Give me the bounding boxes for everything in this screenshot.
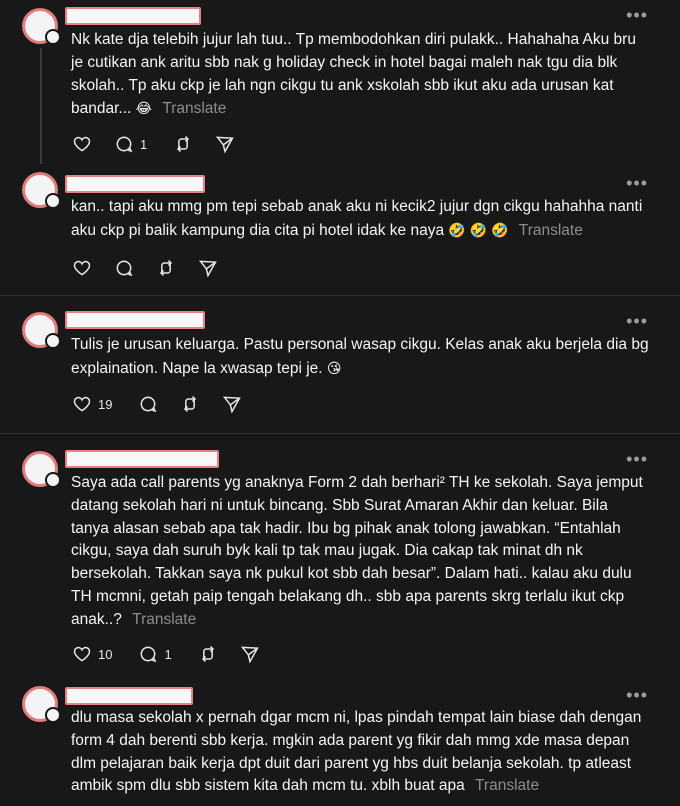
- comment-icon: [141, 646, 157, 663]
- send-icon: [240, 646, 259, 664]
- send-icon: [216, 136, 234, 154]
- repost-button[interactable]: [198, 644, 218, 664]
- username-redacted[interactable]: [65, 687, 193, 705]
- follow-plus-icon[interactable]: [45, 333, 61, 349]
- comment-icon: [116, 260, 133, 277]
- like-count: 19: [98, 396, 113, 412]
- avatar[interactable]: [22, 172, 61, 209]
- follow-plus-icon[interactable]: [45, 29, 61, 45]
- post-text: Saya ada call parents yg anaknya Form 2 …: [71, 472, 650, 632]
- post-actions: 19: [72, 392, 264, 416]
- post-3: ••• Saya ada call parents yg anaknya For…: [0, 434, 680, 680]
- post-0: ••• Nk kate dja telebih jujur lah tuu.. …: [0, 0, 680, 168]
- avatar[interactable]: [22, 686, 61, 723]
- heart-icon: [73, 260, 91, 276]
- emoji: 😘: [326, 359, 342, 376]
- share-button[interactable]: [240, 644, 260, 664]
- repost-button[interactable]: [180, 394, 200, 414]
- more-icon[interactable]: •••: [626, 312, 648, 330]
- follow-plus-icon[interactable]: [45, 193, 61, 209]
- post-text: dlu masa sekolah x pernah dgar mcm ni, l…: [71, 707, 650, 798]
- heart-icon: [73, 396, 91, 412]
- post-body: Saya ada call parents yg anaknya Form 2 …: [71, 474, 643, 628]
- comment-icon: [141, 396, 157, 413]
- follow-plus-icon[interactable]: [45, 472, 61, 488]
- more-icon[interactable]: •••: [626, 6, 648, 24]
- username-redacted[interactable]: [65, 311, 205, 329]
- post-text: Nk kate dja telebih jujur lah tuu.. Tp m…: [71, 29, 650, 121]
- heart-icon: [73, 136, 91, 152]
- like-button[interactable]: [72, 134, 92, 154]
- post-text: Tulis je urusan keluarga. Pastu personal…: [71, 334, 650, 381]
- username-redacted[interactable]: [65, 7, 201, 25]
- emoji: 😂: [135, 100, 152, 117]
- more-icon[interactable]: •••: [626, 450, 648, 468]
- post-2: ••• Tulis je urusan keluarga. Pastu pers…: [0, 296, 680, 432]
- reply-button[interactable]: [138, 394, 158, 414]
- send-icon: [223, 396, 242, 414]
- repost-icon: [184, 395, 197, 413]
- like-button[interactable]: [72, 258, 92, 278]
- repost-icon: [177, 135, 190, 153]
- avatar[interactable]: [22, 312, 61, 349]
- send-icon: [198, 260, 217, 278]
- more-icon[interactable]: •••: [626, 174, 648, 192]
- post-actions: [72, 256, 240, 280]
- avatar[interactable]: [22, 451, 61, 488]
- repost-button[interactable]: [156, 258, 176, 278]
- share-button[interactable]: [198, 258, 218, 278]
- share-button[interactable]: [222, 394, 242, 414]
- share-button[interactable]: [215, 134, 235, 154]
- more-icon[interactable]: •••: [626, 686, 648, 704]
- post-body: dlu masa sekolah x pernah dgar mcm ni, l…: [71, 709, 642, 795]
- like-button[interactable]: 10: [72, 644, 116, 664]
- heart-icon: [73, 646, 91, 662]
- reply-button[interactable]: 1: [138, 644, 175, 664]
- reply-button[interactable]: 1: [114, 134, 151, 154]
- post-body: Nk kate dja telebih jujur lah tuu.. Tp m…: [71, 31, 636, 118]
- post-actions: 10 1: [72, 642, 282, 666]
- repost-icon: [159, 259, 173, 277]
- username-redacted[interactable]: [65, 450, 219, 468]
- post-actions: 1: [72, 132, 257, 156]
- comment-icon: [116, 136, 133, 153]
- reply-count: 1: [164, 646, 172, 662]
- emoji: 🤣 🤣 🤣: [448, 221, 509, 238]
- post-body: Tulis je urusan keluarga. Pastu personal…: [71, 336, 649, 377]
- avatar[interactable]: [22, 8, 61, 45]
- thread-line: [40, 48, 42, 164]
- like-count: 10: [98, 646, 113, 662]
- username-redacted[interactable]: [65, 175, 205, 193]
- post-text: kan.. tapi aku mmg pm tepi sebab anak ak…: [71, 196, 650, 243]
- reply-button[interactable]: [114, 258, 134, 278]
- post-4: ••• dlu masa sekolah x pernah dgar mcm n…: [0, 680, 680, 806]
- translate-link[interactable]: Translate: [475, 777, 539, 794]
- translate-link[interactable]: Translate: [132, 611, 196, 628]
- repost-button[interactable]: [173, 134, 193, 154]
- post-1: ••• kan.. tapi aku mmg pm tepi sebab ana…: [0, 168, 680, 295]
- repost-icon: [201, 645, 214, 663]
- translate-link[interactable]: Translate: [162, 100, 226, 117]
- reply-count: 1: [140, 136, 148, 152]
- like-button[interactable]: 19: [72, 394, 116, 414]
- translate-link[interactable]: Translate: [519, 222, 583, 239]
- follow-plus-icon[interactable]: [45, 707, 61, 723]
